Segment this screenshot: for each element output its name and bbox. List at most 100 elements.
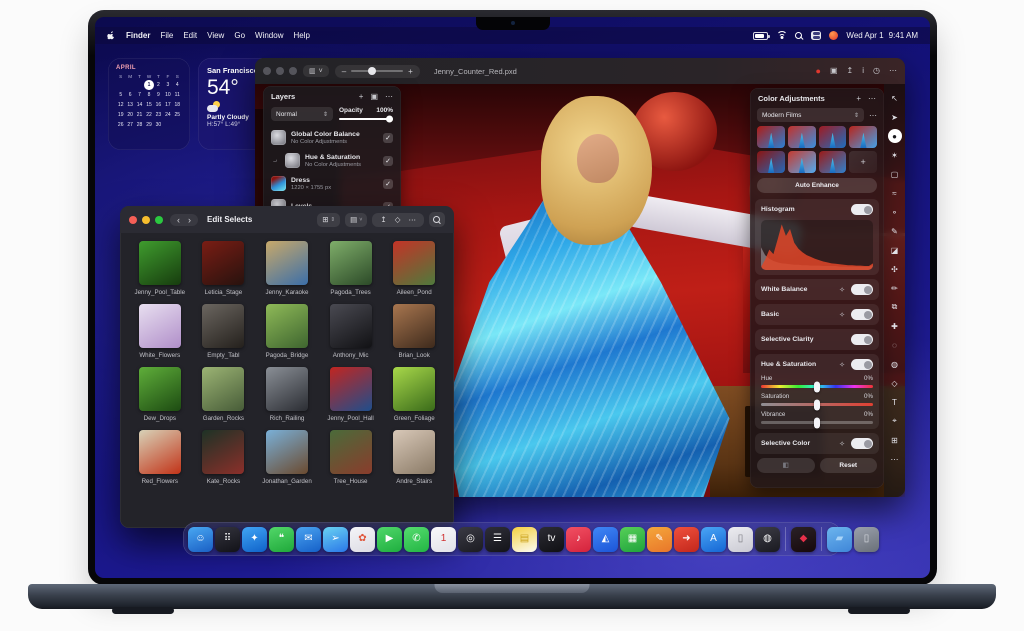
slider[interactable] (761, 403, 873, 406)
photo-thumbnail[interactable] (393, 304, 435, 348)
calendar-day[interactable]: 30 (154, 120, 163, 130)
photo-thumbnail[interactable] (139, 304, 181, 348)
tool-sharpen[interactable]: ◍ (887, 355, 902, 373)
dock-icon-music[interactable]: ♪ (566, 527, 591, 552)
photo-thumbnail[interactable] (139, 367, 181, 411)
photo-thumbnail[interactable] (393, 430, 435, 474)
preset-tile[interactable] (819, 151, 847, 173)
photo-thumbnail[interactable] (266, 304, 308, 348)
dock-icon-notes[interactable]: ▤ (512, 527, 537, 552)
auto-wand-icon[interactable]: ✧ (839, 311, 845, 319)
layer-row[interactable]: Dress 1220 × 1755 px ✓ (263, 172, 401, 195)
calendar-day[interactable]: 24 (163, 110, 172, 120)
preset-more-icon[interactable]: ⋯ (869, 111, 877, 120)
calendar-day[interactable]: 14 (135, 100, 144, 110)
tool-heal[interactable]: ✚ (887, 317, 902, 335)
dock-icon-photos[interactable]: ✿ (350, 527, 375, 552)
tool-paint[interactable]: ✎ (887, 222, 902, 240)
dock-icon-keynote[interactable]: ◭ (593, 527, 618, 552)
calendar-day[interactable]: 5 (116, 90, 125, 100)
dock-icon-downloads-folder[interactable]: ▰ (827, 527, 852, 552)
minimize-button[interactable] (276, 67, 284, 75)
photo-thumbnail[interactable] (330, 430, 372, 474)
photo-item[interactable]: Pagoda_Trees (319, 241, 383, 296)
photo-item[interactable]: Pagoda_Bridge (255, 304, 319, 359)
layers-more-icon[interactable]: ⋯ (385, 92, 393, 101)
group-layers-icon[interactable]: ▣ (370, 92, 378, 101)
tool-star[interactable]: ✶ (887, 146, 902, 164)
auto-wand-icon[interactable]: ✧ (839, 361, 845, 369)
calendar-day[interactable] (173, 120, 182, 130)
zoom-button[interactable] (289, 67, 297, 75)
tool-marquee[interactable]: ▢ (887, 165, 902, 183)
control-center-icon[interactable] (811, 31, 821, 40)
zoom-control[interactable]: – + (335, 65, 420, 78)
tool-transform[interactable]: ➤ (887, 108, 902, 126)
forward-icon[interactable]: › (185, 216, 194, 224)
auto-wand-icon[interactable]: ✧ (839, 440, 845, 448)
photo-thumbnail[interactable] (266, 241, 308, 285)
tool-zoom[interactable]: ⌖ (887, 412, 902, 430)
dock-icon-maps[interactable]: ➢ (323, 527, 348, 552)
menu-item[interactable]: Edit (183, 31, 197, 40)
export-icon[interactable]: ↥ (847, 67, 854, 75)
info-icon[interactable]: i (862, 67, 864, 75)
photo-thumbnail[interactable] (139, 241, 181, 285)
calendar-day[interactable]: 13 (125, 100, 134, 110)
calendar-day[interactable]: 17 (163, 100, 172, 110)
calendar-day[interactable]: 20 (125, 110, 134, 120)
photo-thumbnail[interactable] (266, 430, 308, 474)
calendar-day[interactable]: 11 (173, 90, 182, 100)
slider[interactable] (761, 421, 873, 424)
hue-saturation-toggle[interactable] (851, 359, 873, 370)
calendar-day[interactable]: 19 (116, 110, 125, 120)
record-icon[interactable]: ● (816, 67, 821, 76)
photo-item[interactable]: Aileen_Pond (382, 241, 446, 296)
tool-more[interactable]: ⋯ (887, 450, 902, 468)
calendar-day[interactable] (116, 80, 125, 90)
minimize-button[interactable] (142, 216, 150, 224)
editor-title-bar[interactable]: ▥ ˅ – + Jenny_Counter_Red.pxd ●▣↥i◷⋯ (255, 58, 905, 84)
photo-item[interactable]: Jenny_Pool_Table (128, 241, 192, 296)
tool-retouch[interactable]: ✣ (887, 260, 902, 278)
dock-icon-reminders[interactable]: ☰ (485, 527, 510, 552)
photo-item[interactable]: Kate_Rocks (192, 430, 256, 485)
menu-item[interactable]: Help (293, 31, 309, 40)
calendar-day[interactable]: 28 (135, 120, 144, 130)
menu-bar-clock[interactable]: Wed Apr 1 9:41 AM (846, 31, 918, 40)
tool-type[interactable]: T (887, 393, 902, 411)
calendar-widget[interactable]: APRIL SMTWTFS 12345678910111213141516171… (108, 58, 190, 150)
dock-icon-app-store[interactable]: A (701, 527, 726, 552)
photo-thumbnail[interactable] (202, 241, 244, 285)
tool-shapes[interactable]: ◇ (887, 374, 902, 392)
photo-item[interactable]: Jonathan_Garden (255, 430, 319, 485)
dock-icon-trash[interactable]: ▯ (854, 527, 879, 552)
slider[interactable] (761, 385, 873, 388)
active-app-name[interactable]: Finder (126, 31, 150, 40)
menu-item[interactable]: Go (234, 31, 245, 40)
calendar-day[interactable]: 25 (173, 110, 182, 120)
blend-mode-select[interactable]: Normal ⇕ (271, 107, 333, 121)
photo-item[interactable]: Tree_House (319, 430, 383, 485)
dock-icon-pixelmator-pro[interactable]: ◆ (791, 527, 816, 552)
photo-thumbnail[interactable] (393, 367, 435, 411)
photo-item[interactable]: Brian_Look (382, 304, 446, 359)
calendar-day[interactable]: 7 (135, 90, 144, 100)
menu-item[interactable]: View (207, 31, 224, 40)
auto-wand-icon[interactable]: ✧ (839, 286, 845, 294)
layer-visibility-checkbox[interactable]: ✓ (383, 156, 393, 166)
calendar-day[interactable] (135, 80, 144, 90)
photo-item[interactable]: Green_Foliage (382, 367, 446, 422)
apple-logo-icon[interactable] (107, 31, 116, 41)
wifi-icon[interactable] (776, 31, 787, 40)
calendar-day[interactable]: 22 (144, 110, 153, 120)
dock-icon-numbers[interactable]: ▦ (620, 527, 645, 552)
photo-item[interactable]: Leticia_Stage (192, 241, 256, 296)
battery-icon[interactable] (753, 32, 768, 40)
calendar-day[interactable]: 8 (144, 90, 153, 100)
tool-arrange[interactable]: ↖ (887, 89, 902, 107)
zoom-button[interactable] (155, 216, 163, 224)
photo-item[interactable]: Jenny_Pool_Hall (319, 367, 383, 422)
zoom-slider-knob[interactable] (368, 67, 376, 75)
photo-item[interactable]: Rich_Railing (255, 367, 319, 422)
